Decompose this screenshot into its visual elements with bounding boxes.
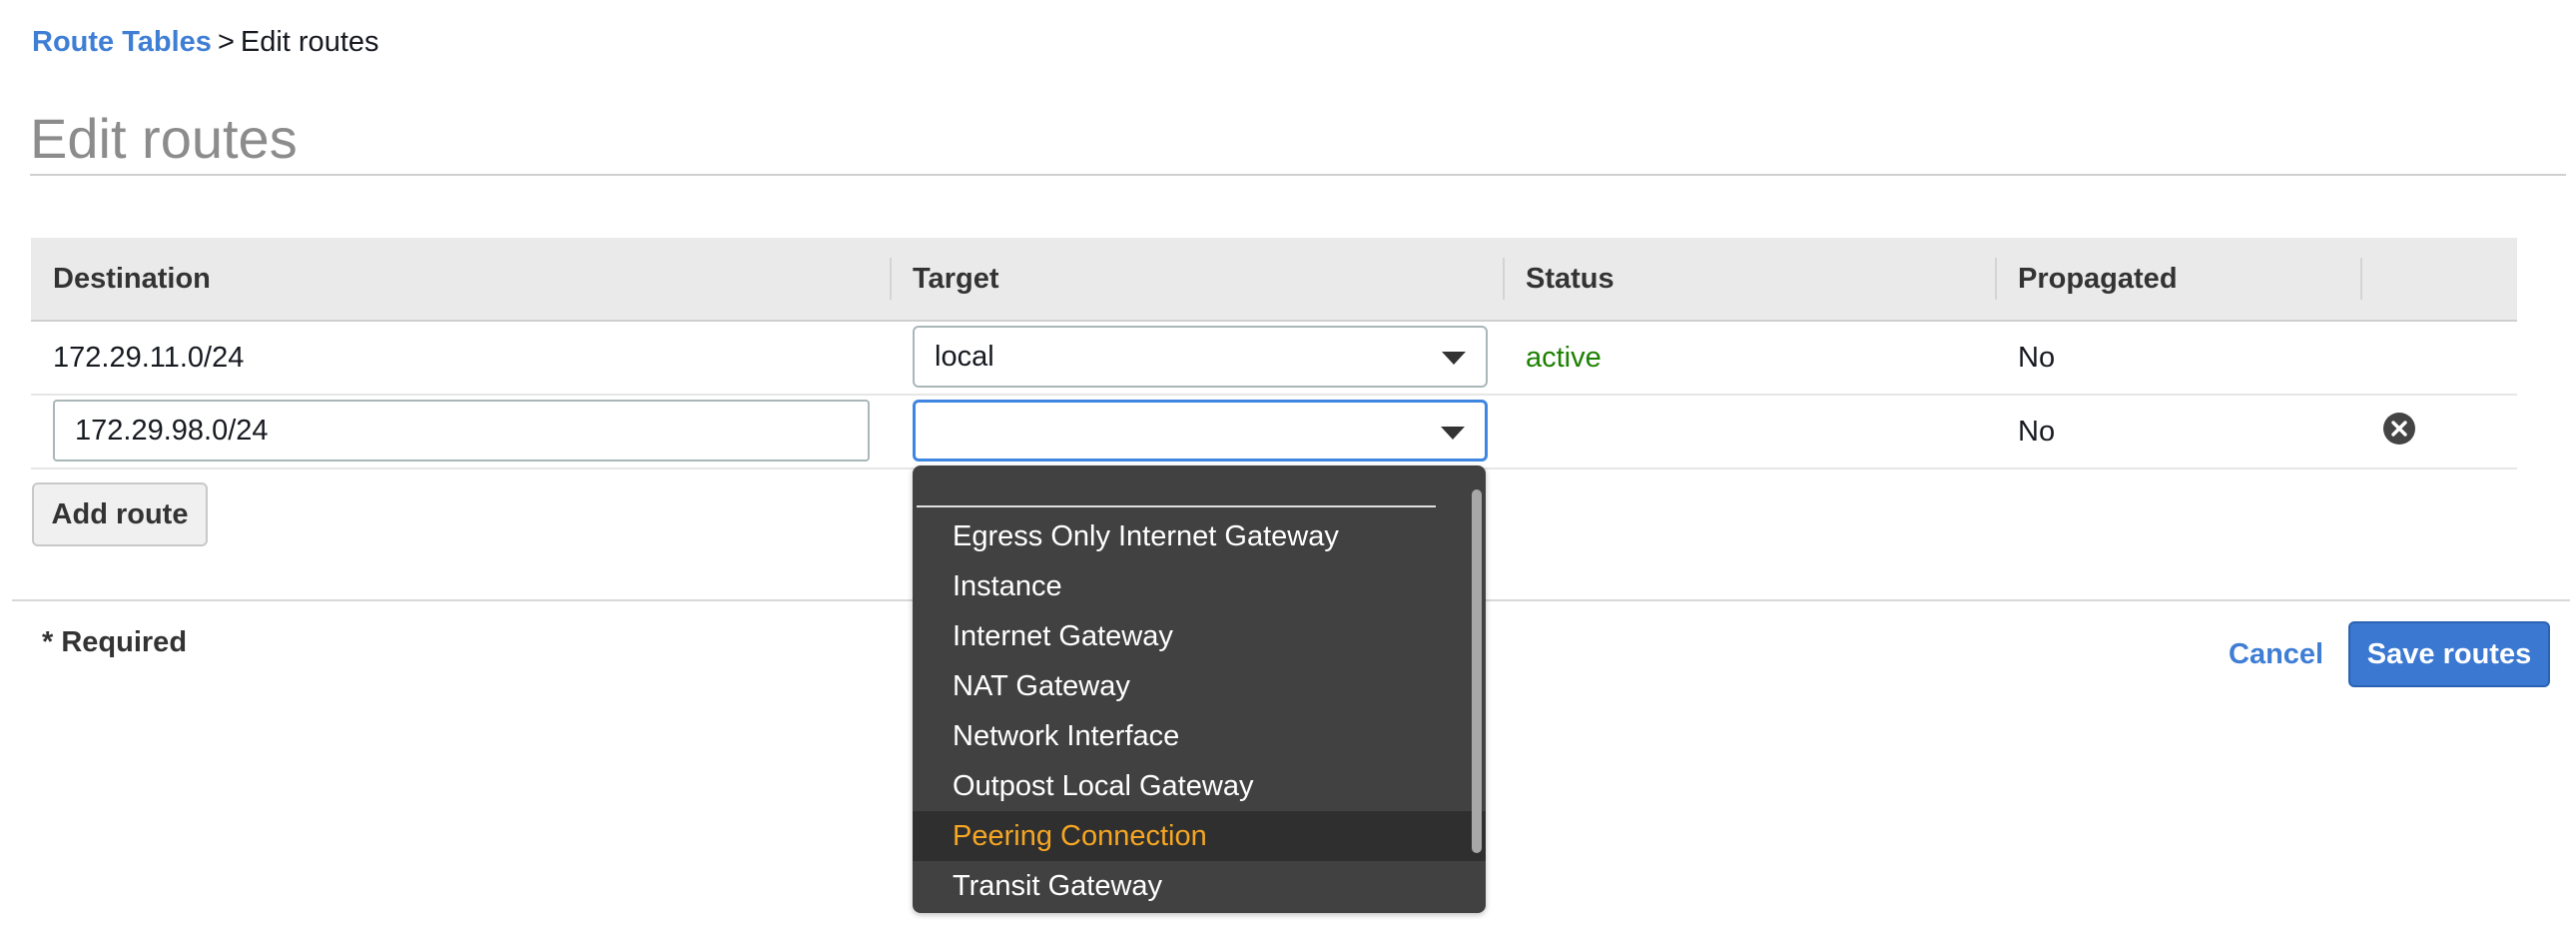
add-route-button[interactable]: Add route	[32, 482, 208, 546]
dropdown-option[interactable]: Outpost Local Gateway	[913, 761, 1402, 811]
dropdown-divider	[917, 505, 1436, 507]
column-divider	[2360, 258, 2362, 300]
caret-down-icon	[1441, 427, 1465, 440]
target-select[interactable]: local	[913, 326, 1488, 388]
target-select-value: local	[935, 341, 994, 373]
save-routes-button[interactable]: Save routes	[2348, 621, 2550, 687]
routes-table: Destination Target Status Propagated 172…	[31, 238, 2517, 469]
column-divider	[890, 258, 892, 300]
dropdown-option[interactable]: Network Interface	[913, 711, 1402, 761]
table-row: 172.29.11.0/24 local active No	[31, 322, 2517, 396]
cancel-button[interactable]: Cancel	[2229, 638, 2323, 671]
required-note: * Required	[42, 626, 188, 658]
dropdown-option[interactable]: Instance	[913, 561, 1402, 611]
dropdown-option[interactable]: Egress Only Internet Gateway	[913, 511, 1402, 561]
status-cell: active	[1526, 342, 1602, 374]
column-header-status: Status	[1526, 263, 1614, 295]
table-header: Destination Target Status Propagated	[31, 238, 2517, 322]
breadcrumb-route-tables-link[interactable]: Route Tables	[32, 26, 212, 58]
dropdown-option[interactable]: Transit Gateway	[913, 861, 1402, 911]
dropdown-options: Egress Only Internet Gateway Instance In…	[913, 511, 1486, 911]
column-header-destination: Destination	[53, 263, 211, 295]
dropdown-option-highlighted[interactable]: Peering Connection	[913, 811, 1486, 861]
column-header-target: Target	[913, 263, 999, 295]
target-dropdown-menu: Egress Only Internet Gateway Instance In…	[913, 466, 1486, 913]
caret-down-icon	[1442, 352, 1466, 365]
column-divider	[1503, 258, 1505, 300]
title-divider	[30, 174, 2566, 176]
column-header-propagated: Propagated	[2018, 263, 2178, 295]
destination-input[interactable]: 172.29.98.0/24	[53, 400, 870, 462]
table-row: 172.29.98.0/24 No	[31, 396, 2517, 469]
destination-cell: 172.29.11.0/24	[53, 342, 245, 374]
target-select[interactable]	[913, 400, 1488, 462]
x-circle-icon[interactable]	[2382, 412, 2416, 446]
dropdown-scrollbar[interactable]	[1472, 489, 1482, 853]
column-divider	[1995, 258, 1997, 300]
page-title: Edit routes	[30, 107, 298, 170]
breadcrumb-current: Edit routes	[240, 26, 379, 58]
breadcrumb-separator: >	[217, 26, 235, 58]
dropdown-option[interactable]: Internet Gateway	[913, 611, 1402, 661]
propagated-cell: No	[2018, 342, 2056, 374]
propagated-cell: No	[2018, 416, 2056, 448]
breadcrumb: Route Tables > Edit routes	[32, 26, 379, 59]
dropdown-option[interactable]: NAT Gateway	[913, 661, 1402, 711]
